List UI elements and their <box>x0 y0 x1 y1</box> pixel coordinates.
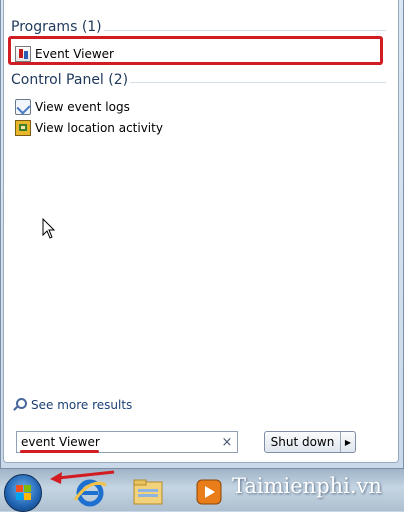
result-label: View location activity <box>35 121 163 135</box>
mouse-pointer-icon <box>42 218 56 239</box>
result-label: View event logs <box>35 100 130 114</box>
control-panel-heading: Control Panel (2) <box>11 72 129 88</box>
start-button[interactable] <box>4 474 42 512</box>
programs-divider <box>104 30 386 31</box>
see-more-results-link[interactable]: See more results <box>12 396 132 414</box>
shutdown-button[interactable]: Shut down ▶ <box>264 431 356 453</box>
highlight-box <box>8 36 383 65</box>
shutdown-label[interactable]: Shut down <box>265 432 341 452</box>
programs-heading: Programs (1) <box>11 19 102 35</box>
see-more-label: See more results <box>31 398 133 412</box>
shutdown-options-arrow-icon[interactable]: ▶ <box>341 432 355 452</box>
control-panel-divider <box>130 82 386 83</box>
event-logs-icon <box>15 99 31 115</box>
windows-logo-icon <box>16 485 32 501</box>
result-view-event-logs[interactable]: View event logs <box>10 97 380 117</box>
clear-search-icon[interactable]: × <box>217 435 237 450</box>
windows-explorer-icon[interactable] <box>128 476 168 508</box>
watermark-text: Taimienphi.vn <box>232 474 382 498</box>
media-player-icon[interactable] <box>190 476 230 508</box>
red-underline-annotation <box>20 450 99 453</box>
search-input[interactable] <box>17 433 217 451</box>
internet-explorer-icon[interactable] <box>70 476 110 508</box>
result-view-location-activity[interactable]: View location activity <box>10 118 380 138</box>
search-results-panel <box>3 0 399 463</box>
location-activity-icon <box>15 120 31 136</box>
search-icon <box>12 398 27 412</box>
